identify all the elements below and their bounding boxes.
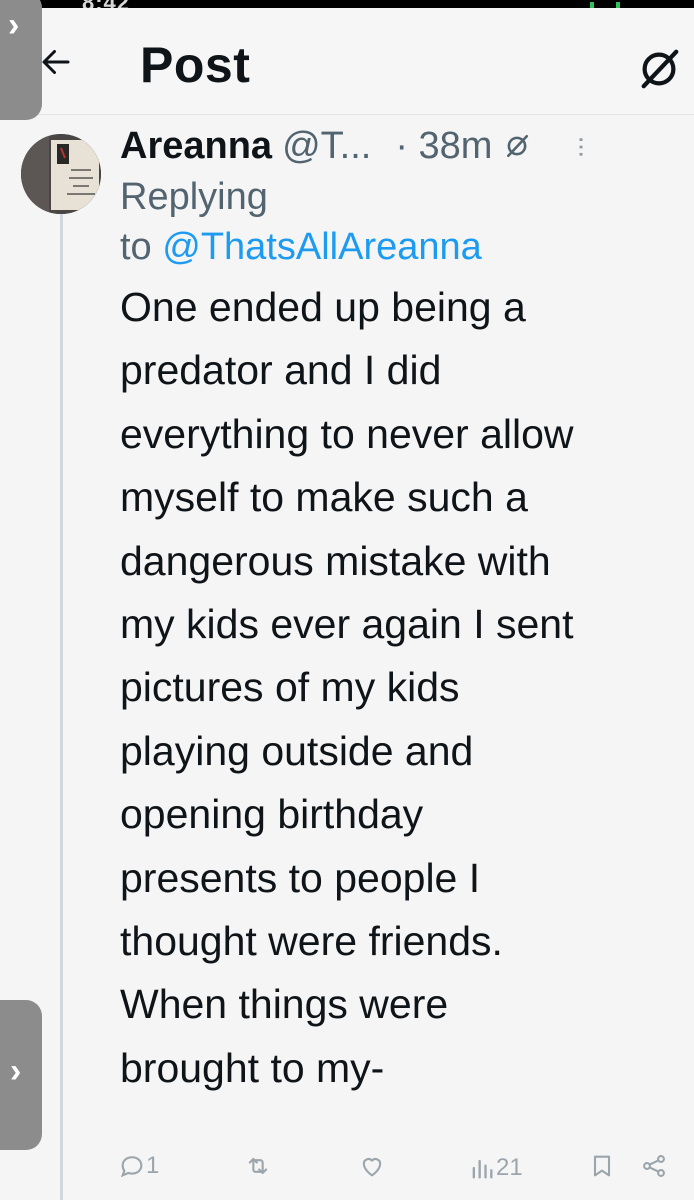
reply-icon (120, 1156, 143, 1178)
post-body-line: predator and I did (120, 347, 442, 394)
post-meta-row: Areanna @T... · 38m ··· (120, 120, 680, 172)
post-body-line: playing outside and (120, 727, 474, 774)
post-body-line: pictures of my kids (120, 664, 460, 711)
post-body-line: presents to people I (120, 854, 481, 901)
top-header: Post (0, 8, 694, 115)
replying-to-prefix: to (120, 226, 163, 268)
side-panel-tab-bottom[interactable]: › (0, 1000, 42, 1150)
thread-connector-line (60, 208, 63, 1200)
chevron-right-icon: › (8, 6, 20, 44)
reply-count: 1 (146, 1152, 160, 1179)
post-body-line: opening birthday (120, 791, 424, 838)
more-options-icon[interactable]: ··· (567, 135, 598, 157)
views-button[interactable]: 21 (468, 1154, 523, 1182)
reply-post[interactable]: Areanna @T... · 38m ··· Replying to @Tha… (120, 120, 680, 1100)
like-button[interactable] (358, 1152, 386, 1180)
repost-button[interactable] (244, 1152, 272, 1180)
page-title: Post (140, 37, 251, 93)
author-handle[interactable]: @T... (282, 125, 371, 168)
repost-icon (248, 1157, 268, 1175)
post-body-line: One ended up being a (120, 284, 526, 330)
post-body: One ended up being a predator and I did … (120, 276, 680, 1100)
post-timestamp[interactable]: · 38m (395, 125, 492, 168)
post-page: Post Areanna @T... · 38m ··· Replying to… (0, 8, 694, 1200)
post-action-bar: 1 21 (0, 1152, 694, 1192)
post-body-line: myself to make such a (120, 474, 528, 521)
arrow-left-icon[interactable] (38, 44, 74, 80)
post-body-line: When things were (120, 981, 449, 1028)
post-body-line: everything to never allow (120, 410, 574, 457)
views-count: 21 (496, 1154, 523, 1181)
share-button[interactable] (640, 1152, 668, 1180)
bookmark-button[interactable] (588, 1152, 616, 1180)
avatar-image (21, 134, 101, 214)
post-body-line: brought to my- (120, 1044, 385, 1091)
replying-to-line: to @ThatsAllAreanna (120, 222, 680, 272)
avatar[interactable] (21, 134, 101, 214)
author-name[interactable]: Areanna (120, 125, 272, 168)
grok-icon[interactable] (504, 133, 530, 159)
share-icon (643, 1155, 665, 1177)
post-body-line: thought were friends. (120, 918, 503, 965)
post-body-line: dangerous mistake with (120, 537, 551, 584)
grok-icon[interactable] (636, 46, 682, 92)
replying-to-handle[interactable]: @ThatsAllAreanna (162, 226, 482, 268)
heart-icon (362, 1158, 382, 1177)
analytics-icon (472, 1159, 493, 1179)
replying-label: Replying (120, 176, 268, 218)
side-panel-tab-top[interactable]: › (0, 0, 42, 120)
chevron-right-icon: › (10, 1052, 22, 1090)
post-body-line: my kids ever again I sent (120, 601, 574, 648)
reply-button[interactable]: 1 (118, 1152, 159, 1180)
status-bar: 8:42 (0, 0, 694, 15)
bookmark-icon (593, 1155, 611, 1177)
